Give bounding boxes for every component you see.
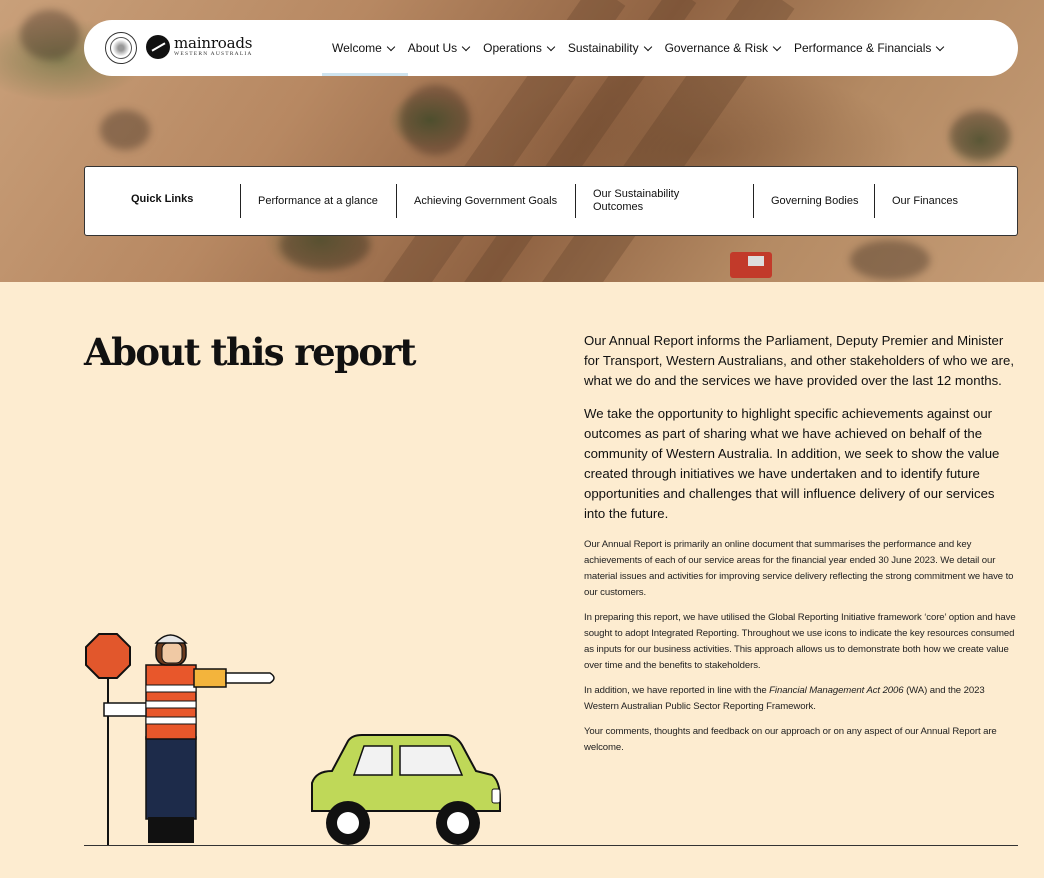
report-intro: Our Annual Report informs the Parliament… — [584, 331, 1018, 765]
car-icon — [311, 734, 501, 845]
chevron-down-icon — [936, 42, 945, 51]
truck-image — [730, 252, 772, 278]
chevron-down-icon — [643, 42, 652, 51]
menu-sustainability[interactable]: Sustainability — [568, 20, 665, 76]
body-paragraph-3: In addition, we have reported in line wi… — [584, 685, 985, 712]
chevron-down-icon — [772, 42, 782, 51]
lead-paragraph-2: We take the opportunity to highlight spe… — [584, 406, 1000, 521]
quick-links-title: Quick Links — [131, 193, 194, 205]
traffic-controller-illustration — [85, 633, 501, 845]
quick-link-performance[interactable]: Performance at a glance — [240, 184, 390, 218]
wa-government-crest-icon[interactable] — [105, 32, 137, 64]
quick-link-our-finances[interactable]: Our Finances — [874, 184, 984, 218]
chevron-down-icon — [546, 42, 556, 51]
body-paragraph-4: Your comments, thoughts and feedback on … — [584, 726, 997, 753]
logo-subtext: WESTERN AUSTRALIA — [174, 51, 253, 58]
chevron-down-icon — [461, 42, 471, 51]
page-title: About this report — [84, 330, 416, 374]
lead-paragraph-1: Our Annual Report informs the Parliament… — [584, 333, 1015, 388]
quick-link-government-goals[interactable]: Achieving Government Goals — [396, 184, 566, 218]
menu-welcome[interactable]: Welcome — [322, 20, 408, 76]
main-roads-mark-icon — [146, 35, 170, 59]
main-roads-logo[interactable]: mainroads WESTERN AUSTRALIA — [146, 35, 253, 59]
logo-text: mainroads — [174, 34, 253, 53]
main-menu: Welcome About Us Operations Sustainabili… — [322, 20, 957, 76]
menu-governance-risk[interactable]: Governance & Risk — [665, 20, 794, 76]
stop-sign-icon — [85, 633, 131, 679]
quick-link-governing-bodies[interactable]: Governing Bodies — [753, 184, 863, 218]
menu-about-us[interactable]: About Us — [408, 20, 483, 76]
section-divider — [84, 845, 1018, 846]
quick-links-panel: Quick Links Performance at a glance Achi… — [84, 166, 1018, 236]
menu-performance-financials[interactable]: Performance & Financials — [794, 20, 957, 76]
quick-link-sustainability-outcomes[interactable]: Our Sustainability Outcomes — [575, 184, 725, 218]
top-navigation: mainroads WESTERN AUSTRALIA Welcome Abou… — [84, 20, 1018, 76]
menu-operations[interactable]: Operations — [483, 20, 568, 76]
hero-banner: mainroads WESTERN AUSTRALIA Welcome Abou… — [0, 0, 1044, 282]
chevron-down-icon — [386, 42, 396, 51]
body-paragraph-1: Our Annual Report is primarily an online… — [584, 539, 1014, 598]
body-paragraph-2: In preparing this report, we have utilis… — [584, 612, 1016, 671]
